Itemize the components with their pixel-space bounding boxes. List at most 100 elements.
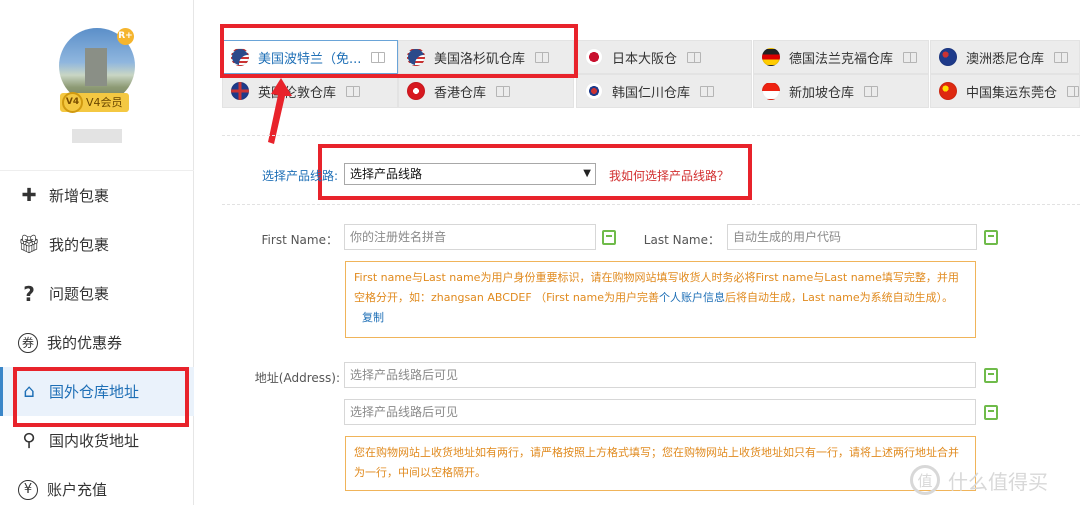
avatar-blur [85,48,107,86]
china-flag-icon [939,82,957,100]
product-line-select[interactable]: 选择产品线路 ▼ [344,163,596,185]
first-name-field[interactable]: 你的注册姓名拼音 [344,224,596,250]
sidebar-item-add-package[interactable]: ✚ 新增包裹 [0,171,194,220]
tab-uk-london[interactable]: 英国伦敦仓库 [222,74,398,108]
line-help-link[interactable]: 我如何选择产品线路？ [609,167,729,184]
divider [222,135,1080,136]
dropdown-caret-icon: ▼ [583,168,591,179]
address-line-1-placeholder: 选择产品线路后可见 [350,368,459,382]
sidebar-item-my-packages[interactable]: 🎁︎ 我的包裹 [0,220,194,269]
sidebar-item-label: 账户充值 [47,481,108,499]
coupon-icon: 券 [18,332,38,353]
sidebar-item-domestic-address[interactable]: ⚲ 国内收货地址 [0,416,194,465]
book-icon [535,51,550,63]
product-line-select-value: 选择产品线路 [350,167,423,181]
tab-label: 日本大阪仓 [612,51,678,67]
book-icon [1054,51,1069,63]
book-icon [700,85,715,97]
gift-icon: 🎁︎ [17,234,41,255]
address-note: 您在购物网站上收货地址如有两行，请严格按照上方格式填写；您在购物网站上收货地址如… [345,436,976,491]
tab-label: 美国洛杉矶仓库 [434,51,526,67]
sidebar-item-problem-packages[interactable]: ? 问题包裹 [0,269,194,318]
us-flag-icon [407,48,425,66]
watermark: 值 什么值得买 [910,460,1080,500]
sidebar-menu: ✚ 新增包裹 🎁︎ 我的包裹 ? 问题包裹 券 我的优惠券 ⌂ 国外仓库地址 ⚲ [0,170,194,505]
tab-germany-frankfurt[interactable]: 德国法兰克福仓库 [753,40,929,74]
book-icon [1067,85,1079,97]
copy-first-name-icon[interactable] [602,230,616,245]
book-icon [346,85,361,97]
book-icon [371,51,386,63]
tab-label: 新加坡仓库 [789,85,855,101]
address-line-1-field[interactable]: 选择产品线路后可见 [344,362,976,388]
sidebar-item-label: 问题包裹 [49,285,110,303]
copy-last-name-icon[interactable] [984,230,998,245]
book-icon [496,85,511,97]
name-note: First name与Last name为用户身份重要标识，请在购物网站填写收货… [345,261,976,338]
last-name-field[interactable]: 自动生成的用户代码 [727,224,977,250]
tab-singapore[interactable]: 新加坡仓库 [753,74,929,108]
tab-label: 美国波特兰（免... [258,51,362,67]
tab-label: 德国法兰克福仓库 [789,51,894,67]
first-name-label: First Name： [261,233,338,247]
first-name-placeholder: 你的注册姓名拼音 [350,230,447,244]
book-icon [903,51,918,63]
tab-label: 韩国仁川仓库 [612,85,691,101]
watermark-text: 什么值得买 [948,469,1048,494]
username-blurred [72,129,122,143]
tab-japan-osaka[interactable]: 日本大阪仓 [576,40,752,74]
hong-kong-flag-icon [407,82,425,100]
sidebar-item-label: 国内收货地址 [49,432,140,450]
plus-icon: ✚ [21,185,37,206]
japan-flag-icon [585,48,603,66]
rank-badge: R+ [117,28,134,45]
uk-flag-icon [231,82,249,100]
divider [222,204,1080,205]
australia-flag-icon [939,48,957,66]
sidebar-item-recharge[interactable]: ¥ 账户充值 [0,465,194,505]
sidebar-item-label: 国外仓库地址 [49,383,140,401]
sidebar-item-label: 新增包裹 [49,187,110,205]
line-label: 选择产品线路: [261,169,338,183]
address-note-text: 您在购物网站上收货地址如有两行，请严格按照上方格式填写；您在购物网站上收货地址如… [354,446,959,479]
tab-label: 中国集运东莞仓 [966,85,1058,101]
address-line-2-field[interactable]: 选择产品线路后可见 [344,399,976,425]
sidebar-item-coupons[interactable]: 券 我的优惠券 [0,318,194,367]
last-name-label: Last Name： [643,233,720,247]
copy-link[interactable]: 复制 [362,311,384,324]
vip-label: V4会员 [86,96,123,109]
vip-badge: V4 V4会员 [60,92,129,113]
germany-flag-icon [762,48,780,66]
tab-label: 香港仓库 [434,85,487,101]
tab-china-dongguan[interactable]: 中国集运东莞仓 [930,74,1080,108]
watermark-logo-icon: 值 [910,465,940,495]
address-label: 地址(Address): [254,371,340,385]
tab-korea-incheon[interactable]: 韩国仁川仓库 [576,74,752,108]
book-icon [864,85,879,97]
copy-address-2-icon[interactable] [984,405,998,420]
tab-us-los-angeles[interactable]: 美国洛杉矶仓库 [398,40,574,74]
copy-address-1-icon[interactable] [984,368,998,383]
sidebar: R+ V4 V4会员 ✚ 新增包裹 🎁︎ 我的包裹 ? 问题包裹 券 我的优惠券 [0,0,194,505]
tab-label: 澳洲悉尼仓库 [966,51,1045,67]
account-info-link[interactable]: 个人账户信息 [659,291,725,304]
tab-australia-sydney[interactable]: 澳洲悉尼仓库 [930,40,1080,74]
tab-label: 英国伦敦仓库 [258,85,337,101]
singapore-flag-icon [762,82,780,100]
book-icon [687,51,702,63]
location-pin-icon: ⚲ [22,430,36,451]
home-icon: ⌂ [23,381,35,402]
sidebar-item-label: 我的优惠券 [47,334,123,352]
yen-icon: ¥ [18,479,38,500]
vip-level-icon: V4 [62,92,83,113]
us-flag-icon [231,48,249,66]
tab-us-portland[interactable]: 美国波特兰（免... [222,40,398,74]
page: R+ V4 V4会员 ✚ 新增包裹 🎁︎ 我的包裹 ? 问题包裹 券 我的优惠券 [0,0,1080,505]
question-icon: ? [23,281,35,306]
sidebar-item-label: 我的包裹 [49,236,110,254]
tab-hong-kong[interactable]: 香港仓库 [398,74,574,108]
last-name-placeholder: 自动生成的用户代码 [733,230,842,244]
sidebar-item-overseas-warehouse[interactable]: ⌂ 国外仓库地址 [0,367,194,427]
address-line-2-placeholder: 选择产品线路后可见 [350,405,459,419]
korea-flag-icon [585,82,603,100]
